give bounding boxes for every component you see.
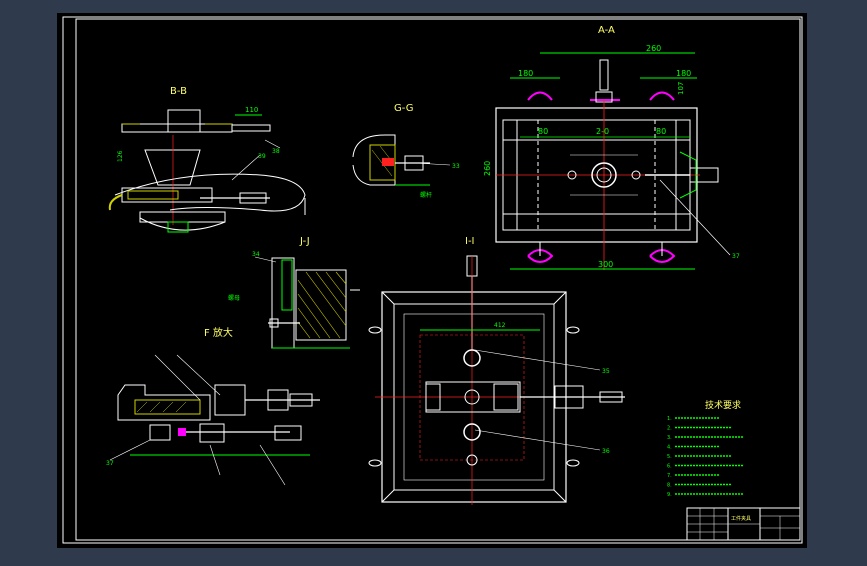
dim-bb-top: 110 <box>245 106 258 114</box>
note-item: 7. <box>667 473 672 479</box>
view-jj-label: J-J <box>299 236 310 247</box>
note-item: 2. <box>667 426 672 432</box>
svg-text:36: 36 <box>602 448 610 455</box>
notes-title: 技术要求 <box>705 399 741 411</box>
note-item: 4. <box>667 445 672 451</box>
svg-text:33: 33 <box>452 163 460 170</box>
note-item: 3. <box>667 435 672 441</box>
dim-aa-vertical: 107 <box>677 82 685 95</box>
svg-text:39: 39 <box>258 153 266 160</box>
view-ii-label: I-I <box>465 236 475 247</box>
note-item: 6. <box>667 464 672 470</box>
cad-viewport: A-A 260 180 180 107 80 2-0 80 260 37 300… <box>0 0 867 562</box>
note-item: 9. <box>667 492 672 498</box>
note-item: 5. <box>667 454 672 460</box>
svg-text:35: 35 <box>602 368 610 375</box>
note-item: 8. <box>667 483 672 489</box>
dim-aa-inner-mid: 2-0 <box>596 127 609 136</box>
svg-text:螺杆: 螺杆 <box>420 191 432 199</box>
svg-text:34: 34 <box>252 251 260 258</box>
dim-ii-inner: 412 <box>494 322 506 329</box>
drawing-sheet: A-A 260 180 180 107 80 2-0 80 260 37 300… <box>57 13 807 548</box>
svg-text:38: 38 <box>272 148 280 155</box>
svg-text:37: 37 <box>106 460 114 467</box>
dim-aa-top-right: 180 <box>676 69 691 78</box>
note-item: 1. <box>667 416 672 422</box>
view-aa-label: A-A <box>598 25 615 36</box>
svg-text:37: 37 <box>732 253 740 260</box>
dim-aa-inner-left: 80 <box>538 127 548 136</box>
dim-aa-top-left: 180 <box>518 69 533 78</box>
view-bb-label: B-B <box>170 86 187 97</box>
view-f-label: F 放大 <box>204 326 233 339</box>
dim-aa-height: 260 <box>483 161 492 176</box>
title-block-name: 工件夹具 <box>731 515 751 522</box>
svg-text:126: 126 <box>117 150 124 162</box>
dim-aa-bottom: 300 <box>598 260 613 269</box>
svg-text:螺母: 螺母 <box>228 294 240 302</box>
view-gg-label: G-G <box>394 103 413 114</box>
dim-aa-inner-right: 80 <box>656 127 666 136</box>
dim-aa-top-total: 260 <box>646 44 661 53</box>
